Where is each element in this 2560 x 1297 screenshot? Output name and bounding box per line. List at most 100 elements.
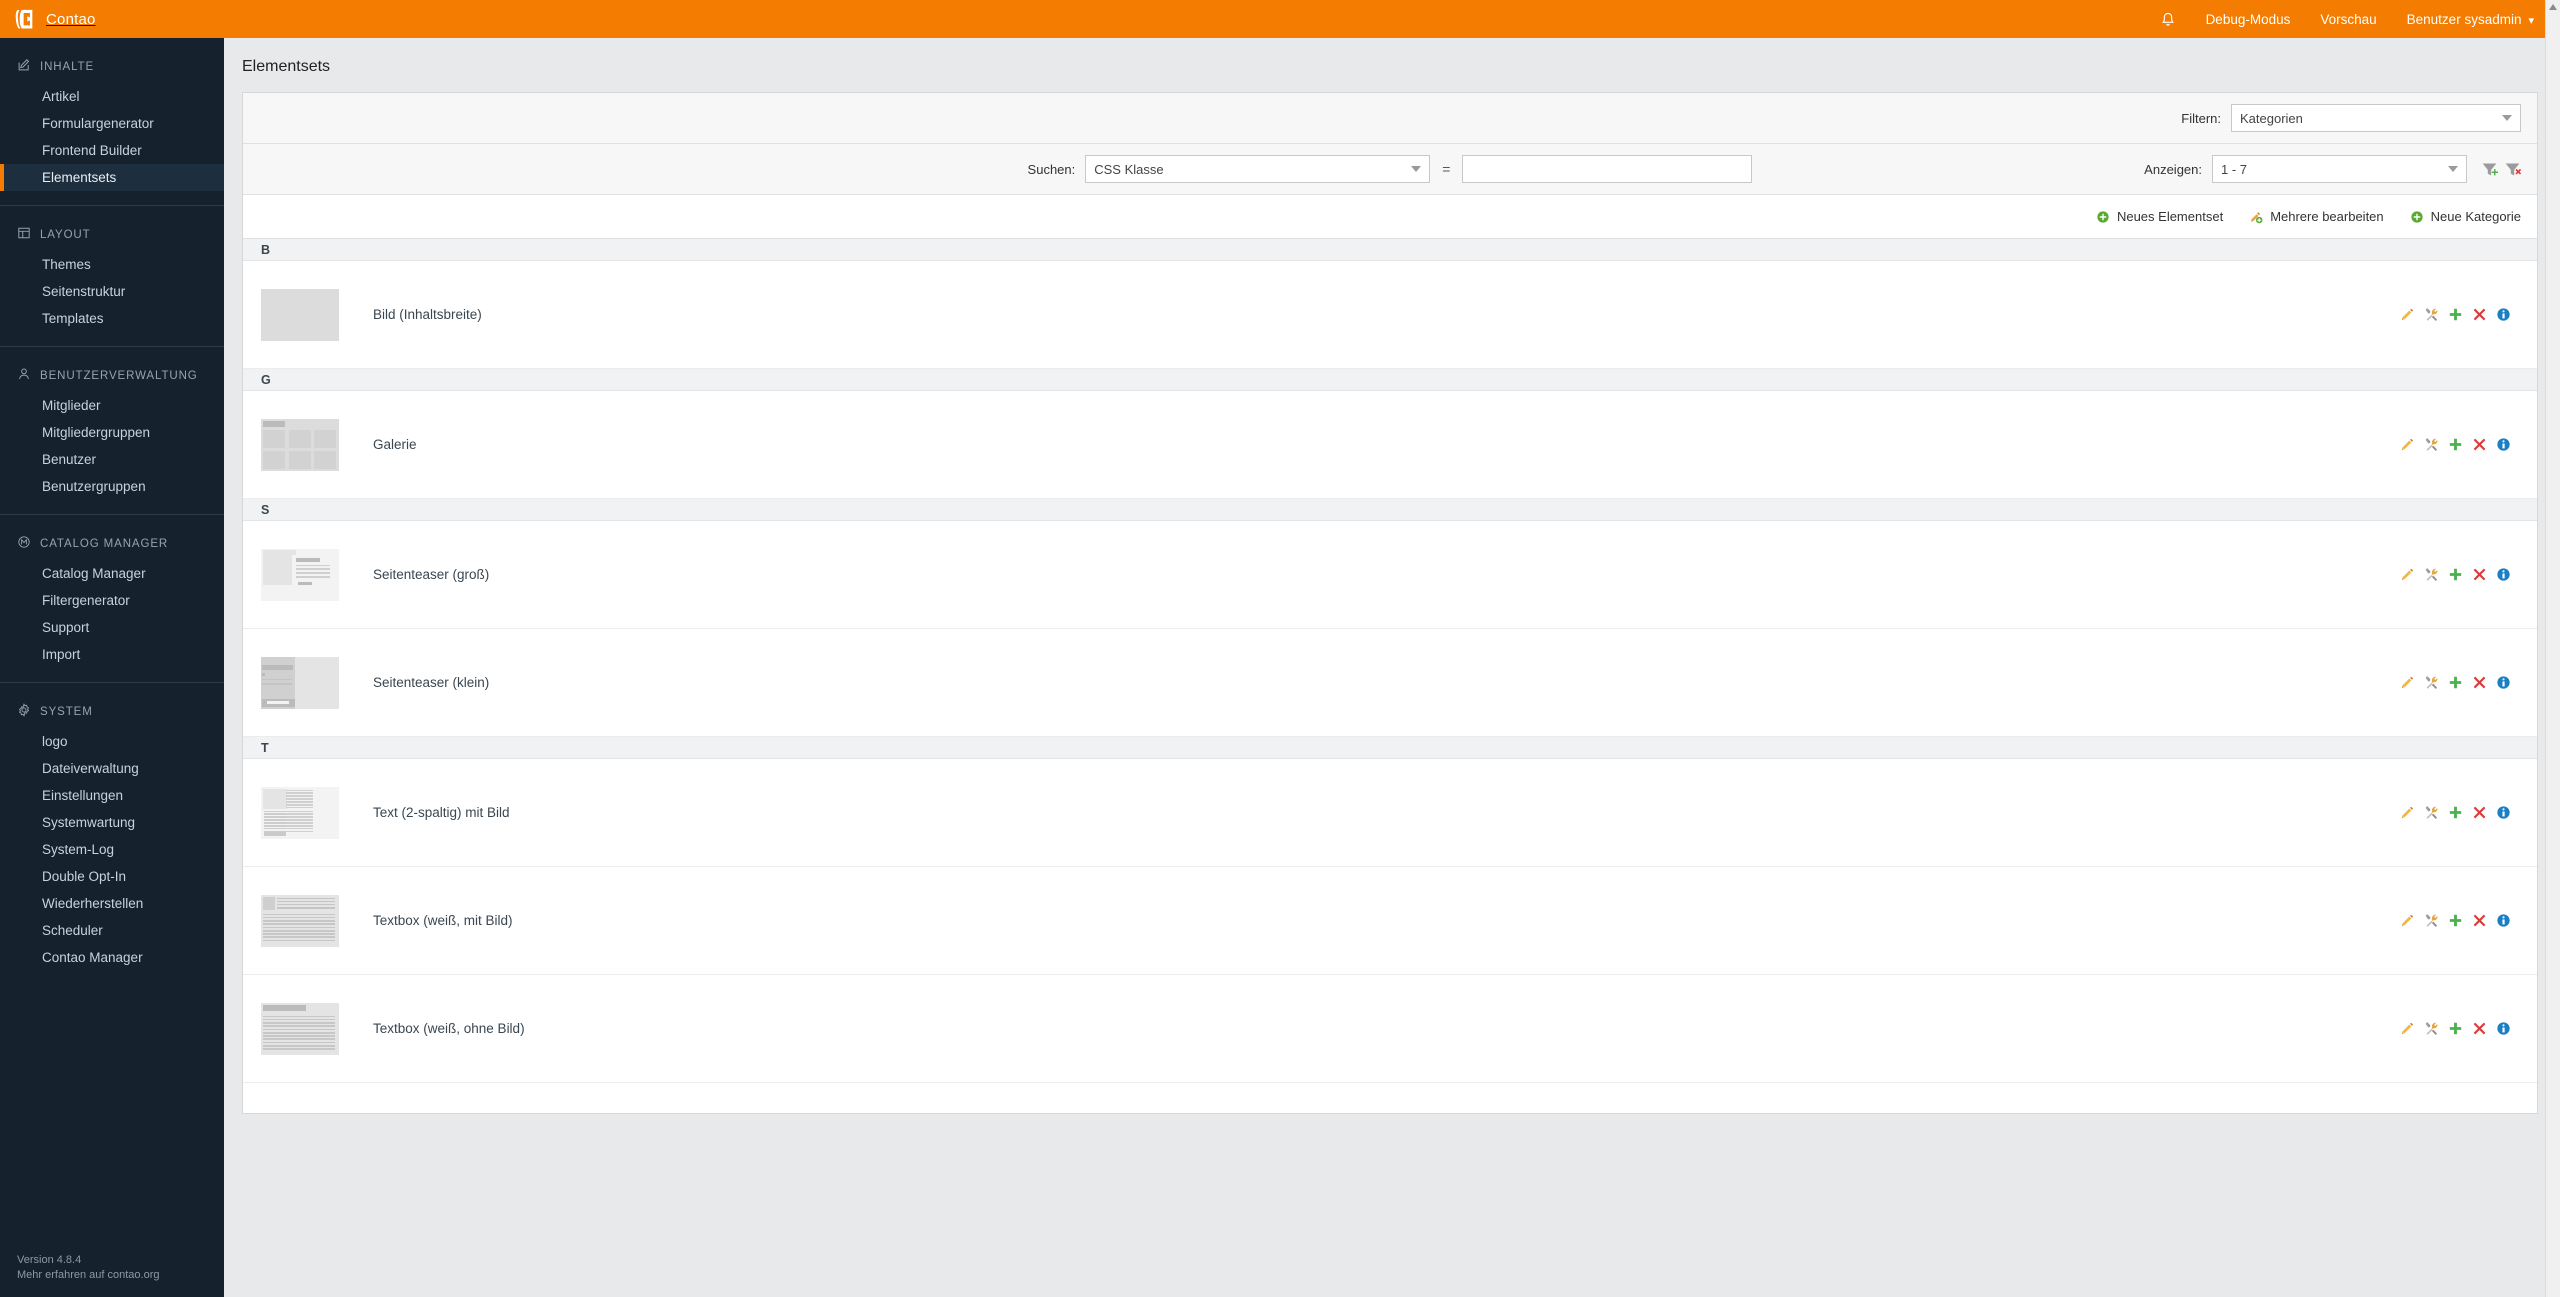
bell-icon[interactable] xyxy=(2160,11,2176,28)
table-row[interactable]: Seitenteaser (groß) xyxy=(243,521,2537,629)
sidebar-item-seitenstruktur[interactable]: Seitenstruktur xyxy=(0,278,224,305)
sidebar-item-support[interactable]: Support xyxy=(0,614,224,641)
filter-add-icon[interactable] xyxy=(2481,161,2498,178)
sidebar-item-benutzergruppen[interactable]: Benutzergruppen xyxy=(0,473,224,500)
search-field-select[interactable]: CSS Klasse xyxy=(1085,155,1431,183)
edit-settings-icon[interactable] xyxy=(2424,437,2439,452)
display-label: Anzeigen: xyxy=(2144,161,2202,177)
search-operator: = xyxy=(1442,161,1451,177)
copy-icon[interactable] xyxy=(2448,675,2463,690)
sidebar-item-einstellungen[interactable]: Einstellungen xyxy=(0,782,224,809)
copy-icon[interactable] xyxy=(2448,307,2463,322)
sidebar-item-artikel[interactable]: Artikel xyxy=(0,83,224,110)
sidebar-item-logo[interactable]: logo xyxy=(0,728,224,755)
sidebar-group-title: SYSTEM xyxy=(40,705,93,718)
delete-icon[interactable] xyxy=(2472,1021,2487,1036)
table-row[interactable]: Textbox (weiß, mit Bild) xyxy=(243,867,2537,975)
sidebar-item-system-log[interactable]: System-Log xyxy=(0,836,224,863)
info-icon[interactable] xyxy=(2496,805,2511,820)
delete-icon[interactable] xyxy=(2472,675,2487,690)
edit-icon[interactable] xyxy=(2400,567,2415,582)
copy-icon[interactable] xyxy=(2448,913,2463,928)
filter-remove-icon[interactable] xyxy=(2504,161,2521,178)
edit-settings-icon[interactable] xyxy=(2424,1021,2439,1036)
sidebar-item-import[interactable]: Import xyxy=(0,641,224,668)
button-label: Mehrere bearbeiten xyxy=(2270,209,2384,224)
sidebar-item-themes[interactable]: Themes xyxy=(0,251,224,278)
edit-settings-icon[interactable] xyxy=(2424,567,2439,582)
delete-icon[interactable] xyxy=(2472,913,2487,928)
edit-icon[interactable] xyxy=(2400,1021,2415,1036)
copy-icon[interactable] xyxy=(2448,805,2463,820)
delete-icon[interactable] xyxy=(2472,567,2487,582)
sidebar-item-scheduler[interactable]: Scheduler xyxy=(0,917,224,944)
info-icon[interactable] xyxy=(2496,1021,2511,1036)
info-icon[interactable] xyxy=(2496,675,2511,690)
sidebar-item-elementsets[interactable]: Elementsets xyxy=(0,164,224,191)
table-row[interactable]: Textbox (weiß, ohne Bild) xyxy=(243,975,2537,1083)
copy-icon[interactable] xyxy=(2448,1021,2463,1036)
list-panel: Filtern: Kategorien Suchen: CSS Klasse =… xyxy=(242,92,2538,1114)
edit-multiple-button[interactable]: Mehrere bearbeiten xyxy=(2249,209,2384,224)
sidebar-item-formulargenerator[interactable]: Formulargenerator xyxy=(0,110,224,137)
edit-icon[interactable] xyxy=(2400,437,2415,452)
edit-settings-icon[interactable] xyxy=(2424,805,2439,820)
filter-select-value: Kategorien xyxy=(2240,110,2303,126)
new-category-button[interactable]: Neue Kategorie xyxy=(2410,209,2521,224)
scroll-up-arrow-icon[interactable] xyxy=(2549,4,2557,10)
table-row[interactable]: Text (2-spaltig) mit Bild xyxy=(243,759,2537,867)
info-icon[interactable] xyxy=(2496,307,2511,322)
info-icon[interactable] xyxy=(2496,567,2511,582)
display-controls: Anzeigen: 1 - 7 xyxy=(2144,155,2521,183)
user-menu-button[interactable]: Benutzer sysadmin ▾ xyxy=(2407,12,2534,27)
preview-link[interactable]: Vorschau xyxy=(2320,12,2376,27)
sidebar-item-mitglieder[interactable]: Mitglieder xyxy=(0,392,224,419)
elementset-thumbnail xyxy=(261,418,339,471)
sidebar-item-mitgliedergruppen[interactable]: Mitgliedergruppen xyxy=(0,419,224,446)
delete-icon[interactable] xyxy=(2472,805,2487,820)
delete-icon[interactable] xyxy=(2472,307,2487,322)
display-range-select[interactable]: 1 - 7 xyxy=(2212,155,2467,183)
debug-mode-link[interactable]: Debug-Modus xyxy=(2206,12,2291,27)
edit-icon[interactable] xyxy=(2400,675,2415,690)
sidebar-item-wiederherstellen[interactable]: Wiederherstellen xyxy=(0,890,224,917)
table-row[interactable]: Bild (Inhaltsbreite) xyxy=(243,261,2537,369)
filter-label: Filtern: xyxy=(2181,110,2221,126)
search-input[interactable] xyxy=(1462,155,1753,183)
contao-org-link[interactable]: Mehr erfahren auf contao.org xyxy=(17,1268,159,1283)
new-elementset-button[interactable]: Neues Elementset xyxy=(2096,209,2223,224)
edit-icon[interactable] xyxy=(2400,913,2415,928)
table-row[interactable]: Galerie xyxy=(243,391,2537,499)
sidebar-item-frontend-builder[interactable]: Frontend Builder xyxy=(0,137,224,164)
sidebar-item-templates[interactable]: Templates xyxy=(0,305,224,332)
edit-icon[interactable] xyxy=(2400,805,2415,820)
info-icon[interactable] xyxy=(2496,913,2511,928)
info-icon[interactable] xyxy=(2496,437,2511,452)
copy-icon[interactable] xyxy=(2448,437,2463,452)
edit-settings-icon[interactable] xyxy=(2424,307,2439,322)
copy-icon[interactable] xyxy=(2448,567,2463,582)
page-scrollbar[interactable] xyxy=(2545,0,2560,1297)
edit-icon[interactable] xyxy=(2400,307,2415,322)
group-header: T xyxy=(243,737,2537,759)
sidebar-group-header: SYSTEM xyxy=(0,697,224,728)
sidebar-item-contao-manager[interactable]: Contao Manager xyxy=(0,944,224,971)
elementset-name: Bild (Inhaltsbreite) xyxy=(373,307,482,322)
row-actions xyxy=(2400,805,2511,820)
sidebar-item-systemwartung[interactable]: Systemwartung xyxy=(0,809,224,836)
sidebar-item-benutzer[interactable]: Benutzer xyxy=(0,446,224,473)
sidebar-group-title: INHALTE xyxy=(40,60,95,73)
edit-settings-icon[interactable] xyxy=(2424,913,2439,928)
filter-select[interactable]: Kategorien xyxy=(2231,104,2521,132)
edit-settings-icon[interactable] xyxy=(2424,675,2439,690)
sidebar-item-filtergenerator[interactable]: Filtergenerator xyxy=(0,587,224,614)
table-row[interactable]: Seitenteaser (klein) xyxy=(243,629,2537,737)
sidebar-group-title: LAYOUT xyxy=(40,228,91,241)
brand-home-link[interactable]: Contao xyxy=(0,8,96,30)
delete-icon[interactable] xyxy=(2472,437,2487,452)
sidebar-item-catalog-manager[interactable]: Catalog Manager xyxy=(0,560,224,587)
sidebar-group-header: INHALTE xyxy=(0,52,224,83)
sidebar-item-double-opt-in[interactable]: Double Opt-In xyxy=(0,863,224,890)
sidebar-item-dateiverwaltung[interactable]: Dateiverwaltung xyxy=(0,755,224,782)
plus-circle-icon xyxy=(2410,210,2424,224)
